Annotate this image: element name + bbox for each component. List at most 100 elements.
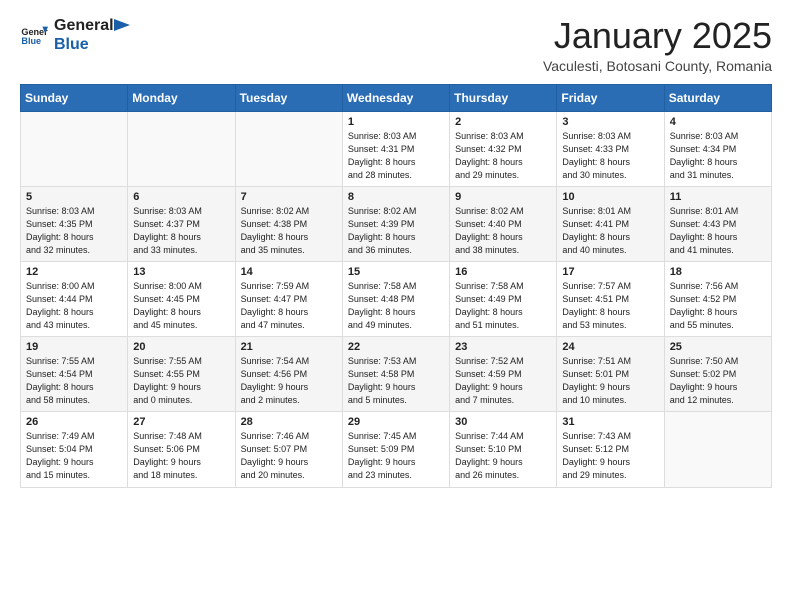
day-number: 4	[670, 116, 766, 128]
day-info: Sunrise: 8:00 AM Sunset: 4:44 PM Dayligh…	[26, 280, 122, 332]
day-info: Sunrise: 8:02 AM Sunset: 4:38 PM Dayligh…	[241, 205, 337, 257]
calendar-cell: 14Sunrise: 7:59 AM Sunset: 4:47 PM Dayli…	[235, 261, 342, 336]
calendar-cell: 18 Sunrise: 7:56 AM Sunset: 4:52 PM Dayli…	[664, 261, 771, 336]
day-number: 24	[562, 341, 658, 353]
day-number: 25	[670, 341, 766, 353]
day-info: Sunrise: 8:01 AM Sunset: 4:41 PM Dayligh…	[562, 205, 658, 257]
day-info: Sunrise: 7:55 AM Sunset: 4:54 PM Dayligh…	[26, 355, 122, 407]
day-info: Sunrise: 7:58 AM Sunset: 4:48 PM Dayligh…	[348, 280, 444, 332]
day-number: 26	[26, 416, 122, 428]
calendar-cell: 19Sunrise: 7:55 AM Sunset: 4:54 PM Dayli…	[21, 337, 128, 412]
day-info: Sunrise: 8:03 AM Sunset: 4:35 PM Dayligh…	[26, 205, 122, 257]
day-info: Sunrise: 8:03 AM Sunset: 4:31 PM Dayligh…	[348, 130, 444, 182]
calendar-cell: 7 Sunrise: 8:02 AM Sunset: 4:38 PM Daylig…	[235, 186, 342, 261]
calendar-cell: 31 Sunrise: 7:43 AM Sunset: 5:12 PM Dayli…	[557, 412, 664, 487]
day-number: 3	[562, 116, 658, 128]
day-number: 12	[26, 266, 122, 278]
calendar-cell	[235, 111, 342, 186]
calendar-cell: 13Sunrise: 8:00 AM Sunset: 4:45 PM Dayli…	[128, 261, 235, 336]
calendar-cell: 5 Sunrise: 8:03 AM Sunset: 4:35 PM Daylig…	[21, 186, 128, 261]
day-number: 1	[348, 116, 444, 128]
day-info: Sunrise: 8:03 AM Sunset: 4:37 PM Dayligh…	[133, 205, 229, 257]
calendar-week-row: 1 Sunrise: 8:03 AM Sunset: 4:31 PM Daylig…	[21, 111, 772, 186]
day-number: 17	[562, 266, 658, 278]
day-info: Sunrise: 7:59 AM Sunset: 4:47 PM Dayligh…	[241, 280, 337, 332]
calendar-cell	[21, 111, 128, 186]
day-number: 30	[455, 416, 551, 428]
logo-blue: Blue	[54, 35, 114, 54]
day-info: Sunrise: 7:56 AM Sunset: 4:52 PM Dayligh…	[670, 280, 766, 332]
day-info: Sunrise: 7:54 AM Sunset: 4:56 PM Dayligh…	[241, 355, 337, 407]
day-info: Sunrise: 7:55 AM Sunset: 4:55 PM Dayligh…	[133, 355, 229, 407]
weekday-header-wednesday: Wednesday	[342, 84, 449, 111]
day-number: 5	[26, 191, 122, 203]
calendar-cell: 2 Sunrise: 8:03 AM Sunset: 4:32 PM Daylig…	[450, 111, 557, 186]
logo-flag-icon	[112, 17, 134, 39]
weekday-header-monday: Monday	[128, 84, 235, 111]
day-number: 18	[670, 266, 766, 278]
calendar-week-row: 12 Sunrise: 8:00 AM Sunset: 4:44 PM Dayli…	[21, 261, 772, 336]
calendar-cell: 17Sunrise: 7:57 AM Sunset: 4:51 PM Dayli…	[557, 261, 664, 336]
day-info: Sunrise: 7:45 AM Sunset: 5:09 PM Dayligh…	[348, 430, 444, 482]
calendar-cell: 22Sunrise: 7:53 AM Sunset: 4:58 PM Dayli…	[342, 337, 449, 412]
calendar-cell	[664, 412, 771, 487]
day-info: Sunrise: 8:03 AM Sunset: 4:32 PM Dayligh…	[455, 130, 551, 182]
calendar-cell: 9Sunrise: 8:02 AM Sunset: 4:40 PM Daylig…	[450, 186, 557, 261]
calendar-week-row: 26Sunrise: 7:49 AM Sunset: 5:04 PM Dayli…	[21, 412, 772, 487]
weekday-header-saturday: Saturday	[664, 84, 771, 111]
day-number: 22	[348, 341, 444, 353]
calendar-cell: 16Sunrise: 7:58 AM Sunset: 4:49 PM Dayli…	[450, 261, 557, 336]
logo-icon: General Blue	[20, 21, 48, 49]
logo-general: General	[54, 16, 114, 35]
calendar-cell: 11Sunrise: 8:01 AM Sunset: 4:43 PM Dayli…	[664, 186, 771, 261]
calendar-cell: 20 Sunrise: 7:55 AM Sunset: 4:55 PM Dayli…	[128, 337, 235, 412]
day-number: 13	[133, 266, 229, 278]
day-number: 6	[133, 191, 229, 203]
calendar-week-row: 5 Sunrise: 8:03 AM Sunset: 4:35 PM Daylig…	[21, 186, 772, 261]
weekday-header-tuesday: Tuesday	[235, 84, 342, 111]
day-info: Sunrise: 7:46 AM Sunset: 5:07 PM Dayligh…	[241, 430, 337, 482]
weekday-header-thursday: Thursday	[450, 84, 557, 111]
day-number: 27	[133, 416, 229, 428]
title-block: January 2025 Vaculesti, Botosani County,…	[543, 16, 772, 74]
day-info: Sunrise: 8:02 AM Sunset: 4:39 PM Dayligh…	[348, 205, 444, 257]
day-info: Sunrise: 7:52 AM Sunset: 4:59 PM Dayligh…	[455, 355, 551, 407]
weekday-header-sunday: Sunday	[21, 84, 128, 111]
day-info: Sunrise: 7:50 AM Sunset: 5:02 PM Dayligh…	[670, 355, 766, 407]
day-info: Sunrise: 7:43 AM Sunset: 5:12 PM Dayligh…	[562, 430, 658, 482]
calendar-cell: 30 Sunrise: 7:44 AM Sunset: 5:10 PM Dayli…	[450, 412, 557, 487]
calendar-cell	[128, 111, 235, 186]
weekday-header-friday: Friday	[557, 84, 664, 111]
day-number: 20	[133, 341, 229, 353]
day-number: 28	[241, 416, 337, 428]
day-info: Sunrise: 8:03 AM Sunset: 4:34 PM Dayligh…	[670, 130, 766, 182]
day-info: Sunrise: 7:44 AM Sunset: 5:10 PM Dayligh…	[455, 430, 551, 482]
calendar-table: SundayMondayTuesdayWednesdayThursdayFrid…	[20, 84, 772, 488]
calendar-cell: 15 Sunrise: 7:58 AM Sunset: 4:48 PM Dayli…	[342, 261, 449, 336]
calendar-cell: 12 Sunrise: 8:00 AM Sunset: 4:44 PM Dayli…	[21, 261, 128, 336]
day-number: 7	[241, 191, 337, 203]
day-number: 23	[455, 341, 551, 353]
day-number: 8	[348, 191, 444, 203]
calendar-cell: 25 Sunrise: 7:50 AM Sunset: 5:02 PM Dayli…	[664, 337, 771, 412]
day-info: Sunrise: 7:51 AM Sunset: 5:01 PM Dayligh…	[562, 355, 658, 407]
day-info: Sunrise: 8:03 AM Sunset: 4:33 PM Dayligh…	[562, 130, 658, 182]
day-info: Sunrise: 7:48 AM Sunset: 5:06 PM Dayligh…	[133, 430, 229, 482]
calendar-week-row: 19Sunrise: 7:55 AM Sunset: 4:54 PM Dayli…	[21, 337, 772, 412]
calendar-cell: 21 Sunrise: 7:54 AM Sunset: 4:56 PM Dayli…	[235, 337, 342, 412]
calendar-cell: 8 Sunrise: 8:02 AM Sunset: 4:39 PM Daylig…	[342, 186, 449, 261]
calendar-cell: 27 Sunrise: 7:48 AM Sunset: 5:06 PM Dayli…	[128, 412, 235, 487]
day-info: Sunrise: 7:58 AM Sunset: 4:49 PM Dayligh…	[455, 280, 551, 332]
day-number: 29	[348, 416, 444, 428]
calendar-cell: 28 Sunrise: 7:46 AM Sunset: 5:07 PM Dayli…	[235, 412, 342, 487]
calendar-cell: 1 Sunrise: 8:03 AM Sunset: 4:31 PM Daylig…	[342, 111, 449, 186]
day-number: 21	[241, 341, 337, 353]
day-info: Sunrise: 8:02 AM Sunset: 4:40 PM Dayligh…	[455, 205, 551, 257]
calendar-cell: 3 Sunrise: 8:03 AM Sunset: 4:33 PM Daylig…	[557, 111, 664, 186]
day-number: 15	[348, 266, 444, 278]
calendar-cell: 29 Sunrise: 7:45 AM Sunset: 5:09 PM Dayli…	[342, 412, 449, 487]
location-subtitle: Vaculesti, Botosani County, Romania	[543, 58, 772, 74]
month-title: January 2025	[543, 16, 772, 56]
day-number: 2	[455, 116, 551, 128]
day-number: 31	[562, 416, 658, 428]
